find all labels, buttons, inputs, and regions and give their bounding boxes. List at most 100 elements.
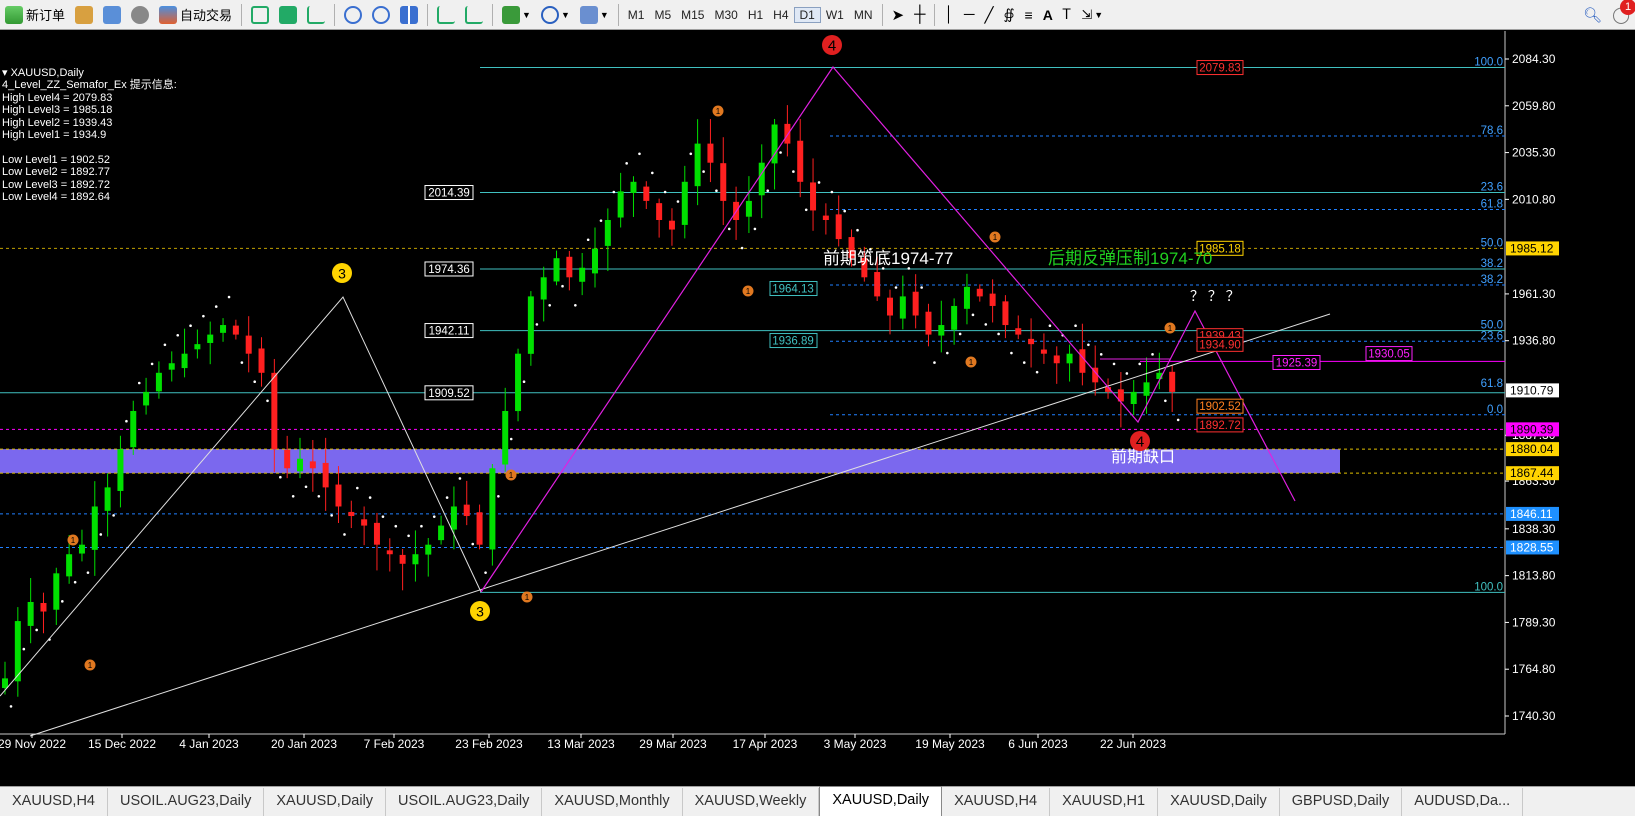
fib-inner-label: 1964.13: [772, 284, 814, 296]
sar-dot: [471, 542, 475, 546]
timeframe-m1[interactable]: M1: [623, 8, 650, 22]
search-button[interactable]: 🔍︎: [1579, 3, 1606, 27]
candlestick-icon: [279, 5, 298, 24]
date-axis-label: 29 Nov 2022: [0, 737, 66, 751]
candle-body: [592, 248, 598, 274]
indicator-info-line: High Level3 = 1985.18: [2, 104, 113, 117]
wave-marker-label: 1: [71, 536, 76, 545]
horizontal-line-icon: ─: [963, 6, 975, 23]
sar-dot: [484, 571, 487, 574]
sar-dot: [1125, 372, 1129, 375]
candle-body: [925, 311, 932, 335]
window-icon: [103, 5, 122, 24]
timeframe-m30[interactable]: M30: [709, 8, 742, 22]
candle-body: [1002, 301, 1009, 326]
chart-tab[interactable]: XAUUSD,Daily: [819, 786, 943, 816]
candle-body: [810, 182, 817, 211]
chart-tab[interactable]: USOIL.AUG23,Daily: [108, 788, 265, 816]
indicator-info-line: 4_Level_ZZ_Semafor_Ex 提示信息:: [2, 79, 177, 92]
timeframe-mn[interactable]: MN: [849, 8, 878, 22]
candle-body: [438, 525, 445, 541]
zoom-out-button[interactable]: [368, 3, 394, 27]
chart-tab[interactable]: XAUUSD,Monthly: [542, 788, 683, 816]
bar-chart-button[interactable]: [247, 3, 273, 27]
sar-dot: [1048, 324, 1052, 327]
auto-scroll-button[interactable]: [433, 3, 459, 27]
text-label-tool[interactable]: Ꭲ: [1059, 3, 1075, 27]
candle-body: [168, 363, 175, 370]
arrows-tool[interactable]: ⇲ ▼: [1077, 3, 1107, 27]
cursor-tool[interactable]: ➤: [888, 3, 909, 27]
candle-body: [912, 291, 919, 316]
zoom-in-button[interactable]: [340, 3, 366, 27]
sar-dot: [856, 228, 859, 232]
chart-tab[interactable]: AUDUSD,Da...: [1402, 788, 1524, 816]
candle-body: [797, 140, 804, 182]
new-order-button[interactable]: 新订单: [1, 3, 69, 27]
chart-shift-button[interactable]: [461, 3, 487, 27]
text-tool[interactable]: A: [1039, 3, 1057, 27]
indicator-info-line: [2, 141, 177, 153]
sar-dot: [112, 514, 115, 517]
timeframe-m5[interactable]: M5: [649, 8, 676, 22]
chart-tab[interactable]: USOIL.AUG23,Daily: [386, 788, 543, 816]
candle-chart-button[interactable]: [275, 3, 301, 27]
date-axis-label: 6 Jun 2023: [1008, 737, 1068, 751]
chart-tab[interactable]: XAUUSD,H4: [0, 788, 108, 816]
wave-marker-label: 1: [88, 661, 93, 670]
periods-button[interactable]: ▼: [537, 3, 574, 27]
crosshair-tool[interactable]: ┼: [910, 3, 929, 27]
timeframe-w1[interactable]: W1: [821, 8, 849, 22]
sar-dot: [330, 514, 333, 517]
chart-tab[interactable]: XAUUSD,Daily: [264, 788, 387, 816]
candle-body: [604, 220, 611, 246]
tile-windows-button[interactable]: [396, 3, 422, 27]
price-tag-label: 1846.11: [1510, 507, 1553, 521]
date-axis-label: 13 Mar 2023: [547, 737, 615, 751]
toolbar-separator: [427, 3, 429, 26]
signals-button[interactable]: [127, 3, 153, 27]
sar-dot: [202, 314, 205, 318]
channel-tool[interactable]: ∯: [1000, 3, 1019, 27]
horizontal-line-tool[interactable]: ─: [960, 3, 979, 27]
price-chart[interactable]: 2084.30 2059.80 2035.30 2010.80 1961.30 1936.…: [0, 31, 1635, 786]
chart-tab[interactable]: XAUUSD,Weekly: [683, 788, 820, 816]
sar-dot: [86, 571, 90, 574]
market-watch-button[interactable]: [99, 3, 125, 27]
toolbar-separator: [492, 3, 494, 26]
chart-tab[interactable]: XAUUSD,H4: [942, 788, 1051, 816]
auto-trading-button[interactable]: 自动交易: [155, 3, 236, 27]
sar-dot: [497, 494, 500, 498]
indicators-button[interactable]: ▼: [498, 3, 535, 27]
sar-dot: [1087, 343, 1090, 347]
candle-body: [1079, 349, 1086, 373]
metaeditor-button[interactable]: [71, 3, 97, 27]
vertical-line-tool[interactable]: │: [940, 3, 957, 27]
timeframe-d1[interactable]: D1: [793, 6, 821, 23]
trendline-tool[interactable]: ╱: [980, 3, 997, 27]
templates-button[interactable]: ▼: [576, 3, 613, 27]
chart-tab[interactable]: XAUUSD,H1: [1050, 788, 1159, 816]
fib-percent-label: 38.2: [1481, 274, 1503, 286]
candle-body: [1015, 328, 1022, 335]
sar-dot: [946, 351, 949, 355]
timeframe-h4[interactable]: H4: [768, 8, 793, 22]
line-chart-button[interactable]: [303, 3, 329, 27]
notifications-button[interactable]: ◯ 1: [1608, 0, 1635, 27]
sar-dot: [1151, 353, 1154, 356]
fib-percent-label: 61.8: [1481, 378, 1503, 390]
chart-tab[interactable]: XAUUSD,Daily: [1158, 788, 1280, 816]
candle-body: [476, 512, 483, 545]
sar-dot: [574, 303, 577, 307]
chart-canvas[interactable]: 2084.30 2059.80 2035.30 2010.80 1961.30 1936.…: [0, 31, 1635, 786]
sar-dot: [727, 227, 731, 231]
chart-tab[interactable]: GBPUSD,Daily: [1280, 788, 1403, 816]
channel-icon: ∯: [1003, 6, 1015, 22]
date-axis-label: 29 Mar 2023: [639, 737, 707, 751]
candle-body: [450, 506, 457, 530]
indicator-info-panel: ▾ XAUUSD,Daily 4_Level_ZZ_Semafor_Ex 提示信息…: [2, 67, 177, 203]
fibonacci-tool[interactable]: ≡: [1021, 3, 1037, 27]
timeframe-m15[interactable]: M15: [676, 8, 709, 22]
candle-body: [104, 487, 111, 511]
timeframe-h1[interactable]: H1: [743, 8, 768, 22]
